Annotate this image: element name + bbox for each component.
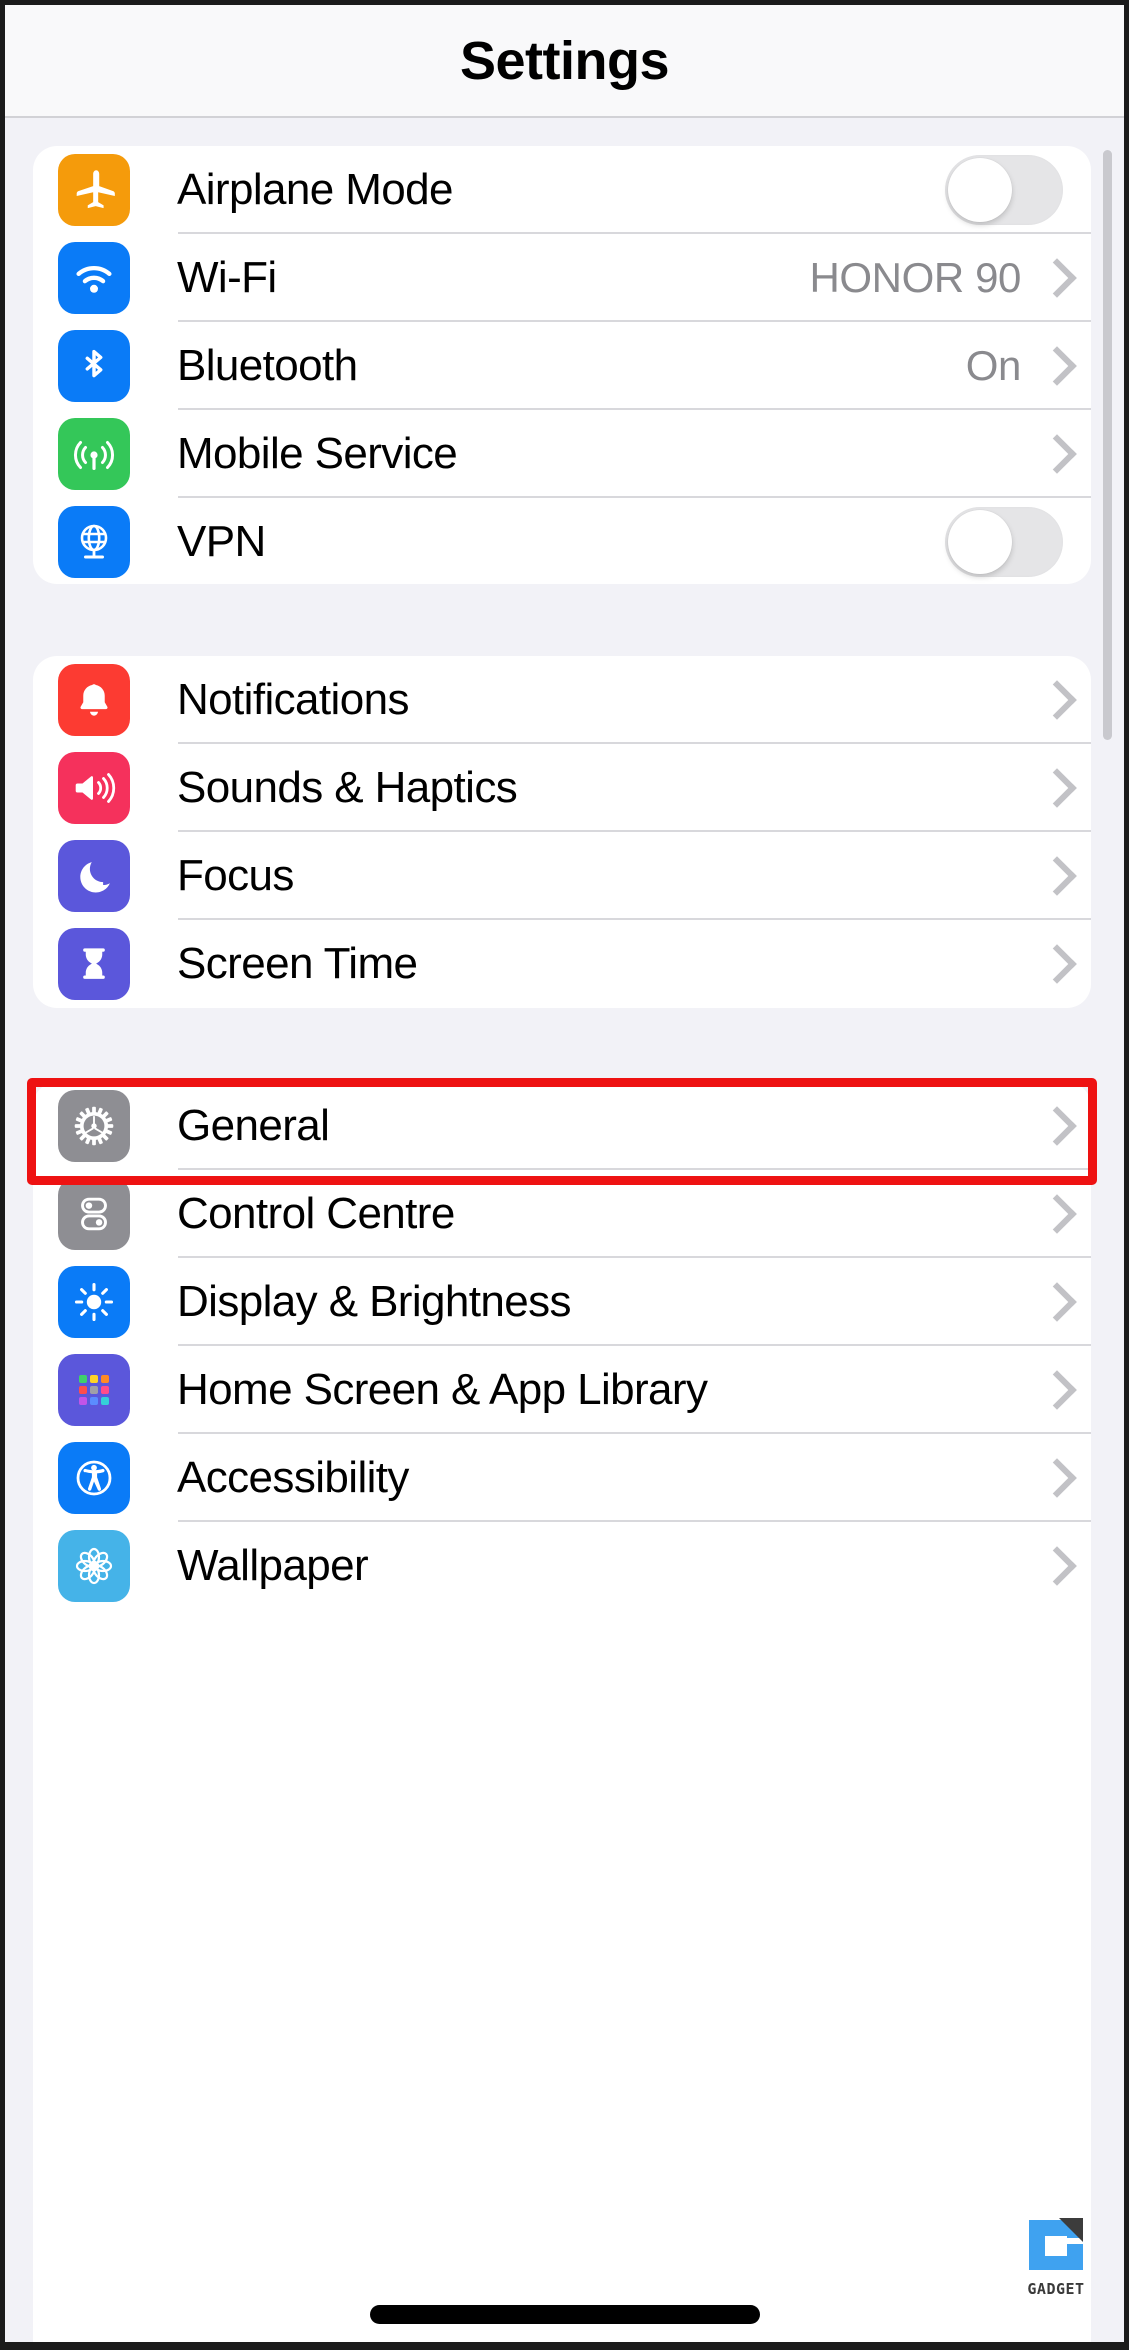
settings-row-control-centre[interactable]: Control Centre [33, 1170, 1091, 1258]
gadget-logo-icon [1025, 2214, 1087, 2276]
gear-icon [58, 1090, 130, 1162]
settings-row-label: Notifications [177, 675, 409, 724]
moon-icon [58, 840, 130, 912]
settings-row-display-brightness[interactable]: Display & Brightness [33, 1258, 1091, 1346]
home-indicator[interactable] [369, 2305, 760, 2324]
globe-icon [58, 506, 130, 578]
chevron-right-icon [1043, 682, 1063, 718]
settings-row-focus[interactable]: Focus [33, 832, 1091, 920]
chevron-right-icon [1043, 858, 1063, 894]
chevron-right-icon [1043, 1548, 1063, 1584]
settings-scroll-area[interactable]: Airplane Mode Wi-Fi HONOR 90 Bluetooth On Mob… [5, 120, 1124, 2350]
settings-row-vpn[interactable]: VPN [33, 498, 1091, 586]
settings-row-accessory [1043, 436, 1063, 472]
settings-row-label: Airplane Mode [177, 165, 454, 214]
settings-row-label: Focus [177, 851, 294, 900]
app-grid-icon [58, 1354, 130, 1426]
chevron-right-icon [1043, 1108, 1063, 1144]
settings-row-label: Home Screen & App Library [177, 1365, 708, 1414]
toggle-switch[interactable] [945, 155, 1063, 225]
settings-row-accessory: On [966, 342, 1063, 390]
settings-row-label: Screen Time [177, 939, 418, 988]
sliders-icon [58, 1178, 130, 1250]
settings-row-label: Sounds & Haptics [177, 763, 518, 812]
settings-row-label: VPN [177, 517, 266, 566]
accessibility-icon [58, 1442, 130, 1514]
settings-row-label: Wi-Fi [177, 253, 277, 302]
page-title: Settings [459, 30, 670, 91]
settings-row-label: Mobile Service [177, 429, 458, 478]
gadget-watermark: GADGET [1001, 2214, 1111, 2298]
settings-group-notifications: Notifications Sounds & Haptics Focus Screen… [33, 656, 1091, 1008]
chevron-right-icon [1043, 260, 1063, 296]
settings-row-value: On [965, 342, 1022, 389]
settings-row-airplane-mode[interactable]: Airplane Mode [33, 146, 1091, 234]
device-frame-bottom [0, 2342, 1129, 2350]
settings-row-accessory [1043, 946, 1063, 982]
settings-row-wi-fi[interactable]: Wi-Fi HONOR 90 [33, 234, 1091, 322]
settings-row-accessibility[interactable]: Accessibility [33, 1434, 1091, 1522]
chevron-right-icon [1043, 946, 1063, 982]
settings-row-wallpaper[interactable]: Wallpaper [33, 1522, 1091, 1610]
toggle-knob [948, 510, 1012, 574]
device-frame-right [1124, 0, 1129, 2350]
chevron-right-icon [1043, 1372, 1063, 1408]
chevron-right-icon [1043, 436, 1063, 472]
settings-row-sounds-haptics[interactable]: Sounds & Haptics [33, 744, 1091, 832]
settings-row-accessory [1043, 770, 1063, 806]
toggle-knob [948, 158, 1012, 222]
settings-row-label: General [177, 1101, 330, 1150]
settings-row-accessory [945, 507, 1063, 577]
settings-row-bluetooth[interactable]: Bluetooth On [33, 322, 1091, 410]
flower-icon [58, 1530, 130, 1602]
settings-row-value: HONOR 90 [809, 254, 1021, 301]
settings-row-label: Display & Brightness [177, 1277, 572, 1326]
settings-row-accessory [945, 155, 1063, 225]
settings-row-accessory [1043, 1548, 1063, 1584]
settings-row-accessory [1043, 1108, 1063, 1144]
antenna-icon [58, 418, 130, 490]
settings-row-mobile-service[interactable]: Mobile Service [33, 410, 1091, 498]
chevron-right-icon [1043, 1196, 1063, 1232]
settings-row-label: Bluetooth [177, 341, 358, 390]
settings-row-home-screen-app-library[interactable]: Home Screen & App Library [33, 1346, 1091, 1434]
brightness-icon [58, 1266, 130, 1338]
wifi-icon [58, 242, 130, 314]
airplane-icon [58, 154, 130, 226]
settings-row-accessory: HONOR 90 [809, 254, 1063, 302]
bluetooth-icon [58, 330, 130, 402]
phone-screen: Settings Airplane Mode Wi-Fi HONOR 90 Bluet… [0, 0, 1129, 2350]
chevron-right-icon [1043, 1460, 1063, 1496]
toggle-switch[interactable] [945, 507, 1063, 577]
navigation-header: Settings [5, 5, 1124, 118]
device-frame-left [0, 0, 5, 2350]
settings-row-label: Control Centre [177, 1189, 455, 1238]
settings-row-label: Wallpaper [177, 1541, 369, 1590]
settings-group-connectivity: Airplane Mode Wi-Fi HONOR 90 Bluetooth On Mob… [33, 146, 1091, 584]
chevron-right-icon [1043, 1284, 1063, 1320]
device-frame-top [0, 0, 1129, 5]
settings-row-screen-time[interactable]: Screen Time [33, 920, 1091, 1008]
settings-row-accessory [1043, 858, 1063, 894]
chevron-right-icon [1043, 770, 1063, 806]
settings-row-accessory [1043, 1372, 1063, 1408]
settings-row-general[interactable]: General [33, 1082, 1091, 1170]
settings-row-accessory [1043, 1284, 1063, 1320]
settings-row-accessory [1043, 1196, 1063, 1232]
settings-row-accessory [1043, 1460, 1063, 1496]
settings-row-notifications[interactable]: Notifications [33, 656, 1091, 744]
bell-icon [58, 664, 130, 736]
settings-row-accessory [1043, 682, 1063, 718]
chevron-right-icon [1043, 348, 1063, 384]
speaker-icon [58, 752, 130, 824]
scrollbar-thumb[interactable] [1103, 150, 1112, 740]
settings-row-label: Accessibility [177, 1453, 409, 1502]
hourglass-icon [58, 928, 130, 1000]
settings-group-system: General Control Centre Display & Brightnes… [33, 1082, 1091, 2342]
gadget-watermark-label: GADGET [1027, 2280, 1085, 2298]
